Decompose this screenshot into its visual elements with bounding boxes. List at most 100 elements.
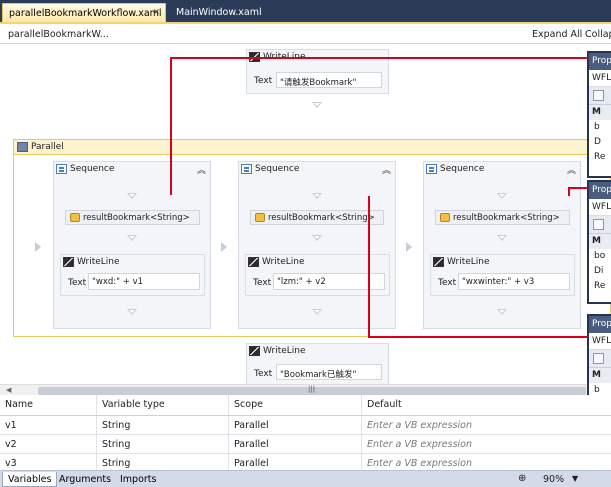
categorized-icon[interactable] (593, 219, 604, 230)
panel-section[interactable]: M (589, 368, 611, 383)
panel-toolbar (589, 350, 611, 368)
drop-target-icon[interactable] (312, 235, 322, 241)
property-row[interactable]: b (589, 120, 611, 135)
breadcrumb[interactable]: parallelBookmarkW... (8, 29, 109, 40)
property-row[interactable]: D (589, 135, 611, 150)
variable-type[interactable]: String (97, 416, 229, 434)
collapse-chevron-icon[interactable]: ︽ (382, 163, 391, 176)
column-header-name[interactable]: Name (0, 395, 97, 415)
connector-line (568, 187, 570, 196)
designer-bottom-bar: Variables Arguments Imports ⊕ 90% ▼ (0, 470, 611, 487)
document-tab-strip: parallelBookmarkWorkflow.xaml ✕ MainWind… (0, 0, 611, 22)
drop-target-icon[interactable] (35, 242, 41, 252)
connector-line (568, 187, 588, 189)
properties-panel-2[interactable]: Prop WFLi M bo Di Re (587, 180, 611, 304)
drop-target-icon[interactable] (497, 235, 507, 241)
variable-name[interactable]: v1 (0, 416, 97, 434)
writeline-activity-top[interactable]: WriteLine Text "请触发Bookmark" (246, 49, 389, 94)
text-expression-input[interactable]: "Bookmark已触发" (276, 364, 382, 380)
drop-target-icon[interactable] (127, 309, 137, 315)
panel-section[interactable]: M (589, 105, 611, 120)
designer-canvas[interactable]: WriteLine Text "请触发Bookmark" Parallel Se… (0, 45, 611, 384)
collapse-all-link[interactable]: Collap (585, 29, 611, 40)
drop-target-icon[interactable] (127, 193, 137, 199)
panel-type: WFL (589, 333, 611, 350)
property-row[interactable]: Di (589, 264, 611, 279)
bookmark-activity[interactable]: resultBookmark<String> (435, 210, 570, 225)
sequence-activity-3[interactable]: Sequence ︽ resultBookmark<String> WriteL… (423, 161, 581, 329)
panel-section[interactable]: M (589, 234, 611, 249)
tab-variables[interactable]: Variables (2, 472, 58, 487)
drop-target-icon[interactable] (312, 309, 322, 315)
tab-arguments[interactable]: Arguments (54, 472, 116, 487)
properties-panel-1[interactable]: Prop WFLi M b D Re (587, 51, 611, 178)
scroll-left-icon[interactable]: ◀ (6, 386, 11, 394)
drop-target-icon[interactable] (406, 242, 412, 252)
categorized-icon[interactable] (593, 353, 604, 364)
text-label: Text (438, 278, 457, 288)
writeline-activity[interactable]: WriteLine Text "wxwinter:" + v3 (430, 254, 575, 296)
tab-imports[interactable]: Imports (115, 472, 161, 487)
writeline-activity[interactable]: WriteLine Text "wxd:" + v1 (60, 254, 205, 296)
column-header-type[interactable]: Variable type (97, 395, 229, 415)
writeline-activity-bottom[interactable]: WriteLine Text "Bookmark已触发" (246, 343, 389, 384)
text-expression-input[interactable]: "wxd:" + v1 (88, 273, 200, 290)
close-icon[interactable]: ✕ (152, 8, 160, 18)
activity-title: Parallel (31, 142, 64, 152)
text-expression-input[interactable]: "wxwinter:" + v3 (458, 273, 570, 290)
table-row[interactable]: v1 String Parallel Enter a VB expression (0, 416, 611, 435)
panel-type: WFLi (589, 199, 611, 216)
drop-target-icon[interactable] (312, 102, 322, 108)
drop-target-icon[interactable] (127, 235, 137, 241)
text-label: Text (254, 369, 273, 379)
property-row[interactable]: Re (589, 279, 611, 294)
sequence-icon (56, 164, 67, 174)
drop-target-icon[interactable] (221, 242, 227, 252)
column-header-default[interactable]: Default (362, 395, 611, 415)
bookmark-activity[interactable]: resultBookmark<String> (65, 210, 200, 225)
collapse-chevron-icon[interactable]: ︽ (197, 163, 206, 176)
property-row[interactable]: Re (589, 150, 611, 165)
activity-header: WriteLine (431, 255, 574, 269)
drop-target-icon[interactable] (312, 193, 322, 199)
table-row[interactable]: v2 String Parallel Enter a VB expression (0, 435, 611, 454)
text-label: Text (68, 278, 87, 288)
connector-line (170, 57, 588, 59)
bookmark-activity[interactable]: resultBookmark<String> (250, 210, 384, 225)
panel-toolbar (589, 216, 611, 234)
writeline-icon (63, 257, 74, 267)
zoom-dropdown-icon[interactable]: ▼ (572, 474, 578, 483)
sequence-activity-1[interactable]: Sequence ︽ resultBookmark<String> WriteL… (53, 161, 211, 329)
writeline-icon (249, 346, 260, 356)
activity-title: WriteLine (262, 257, 305, 267)
expand-all-link[interactable]: Expand All (532, 29, 582, 40)
bookmark-label: resultBookmark<String> (83, 213, 190, 223)
collapse-chevron-icon[interactable]: ︽ (567, 163, 576, 176)
activity-header: Parallel (14, 140, 610, 155)
variable-default-input[interactable]: Enter a VB expression (362, 416, 611, 434)
tab-parallel-bookmark-workflow[interactable]: parallelBookmarkWorkflow.xaml ✕ (2, 3, 166, 22)
workflow-designer: parallelBookmarkW... Expand All Collap W… (0, 22, 611, 396)
activity-title: WriteLine (447, 257, 490, 267)
connector-line (368, 336, 588, 338)
variable-type[interactable]: String (97, 435, 229, 453)
sequence-icon (241, 164, 252, 174)
variable-scope[interactable]: Parallel (229, 416, 362, 434)
zoom-icon[interactable]: ⊕ (518, 473, 529, 484)
zoom-level[interactable]: 90% (543, 474, 564, 485)
variable-name[interactable]: v2 (0, 435, 97, 453)
text-label: Text (254, 76, 273, 86)
tab-main-window[interactable]: MainWindow.xaml (170, 3, 262, 22)
sequence-activity-2[interactable]: Sequence ︽ resultBookmark<String> WriteL… (238, 161, 396, 329)
variable-scope[interactable]: Parallel (229, 435, 362, 453)
categorized-icon[interactable] (593, 90, 604, 101)
scrollbar-grip: ||| (308, 385, 316, 393)
parallel-icon (17, 142, 28, 152)
activity-title: Sequence (255, 164, 300, 174)
text-expression-input[interactable]: "请触发Bookmark" (276, 72, 382, 88)
column-header-scope[interactable]: Scope (229, 395, 362, 415)
variable-default-input[interactable]: Enter a VB expression (362, 435, 611, 453)
property-row[interactable]: bo (589, 249, 611, 264)
drop-target-icon[interactable] (497, 309, 507, 315)
drop-target-icon[interactable] (497, 193, 507, 199)
